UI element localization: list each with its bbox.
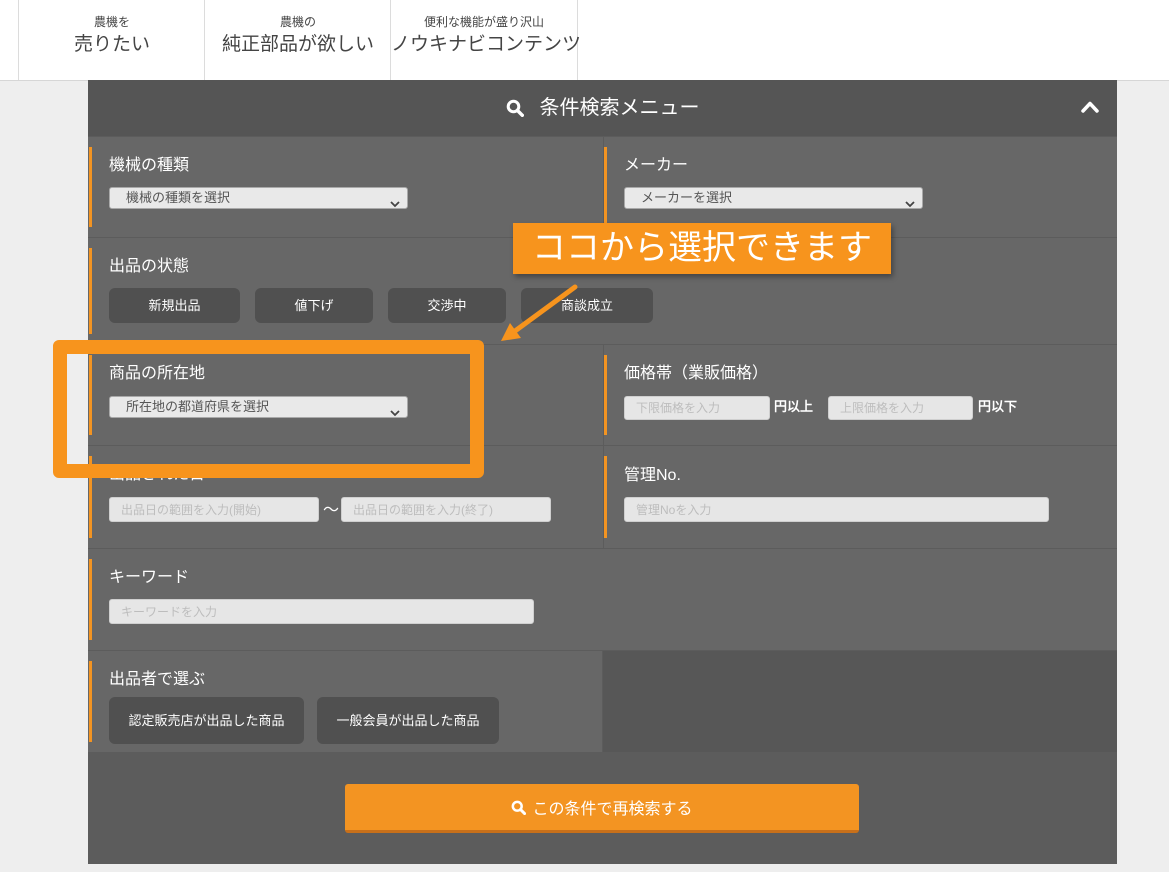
nav-tab-sub: 農機を (93, 15, 130, 29)
field-location: 商品の所在地 所在地の都道府県を選択 (88, 345, 603, 445)
location-select[interactable]: 所在地の都道府県を選択 (109, 396, 408, 418)
field-status: 出品の状態 新規出品 値下げ 交渉中 商談成立 (88, 238, 1117, 344)
select-value: 所在地の都道府県を選択 (126, 399, 270, 414)
accent-bar (89, 147, 92, 227)
accent-bar (89, 456, 92, 538)
field-label: メーカー (624, 157, 689, 174)
accent-bar (89, 661, 92, 742)
chevron-down-icon (905, 194, 915, 208)
field-label: 出品された日 (109, 466, 206, 483)
chevron-down-icon (390, 403, 400, 417)
field-label: 機械の種類 (109, 157, 190, 174)
field-label: キーワード (109, 569, 190, 586)
select-value: メーカーを選択 (641, 190, 733, 205)
accent-bar (604, 355, 607, 435)
panel-title: 条件検索メニュー (539, 97, 700, 119)
nav-tab-sub: 便利な機能が盛り沢山 (423, 15, 544, 29)
field-price: 価格帯（業販価格） 円以上 円以下 (604, 345, 1117, 445)
field-seller: 出品者で選ぶ 認定販売店が出品した商品 一般会員が出品した商品 (88, 651, 602, 752)
price-min-input[interactable] (624, 396, 770, 420)
field-label: 出品者で選ぶ (109, 671, 206, 688)
field-label: 商品の所在地 (109, 365, 206, 382)
field-maker: メーカー メーカーを選択 (604, 137, 1117, 237)
price-max-input[interactable] (828, 396, 973, 420)
search-submit-button[interactable]: この条件で再検索する (345, 784, 859, 833)
field-management-no: 管理No. (604, 446, 1117, 548)
date-end-input[interactable] (341, 497, 551, 522)
nav-tab-sell[interactable]: 農機を 売りたい (18, 0, 205, 80)
accent-bar (89, 355, 92, 435)
top-nav: 農機を 売りたい 農機の 純正部品が欲しい 便利な機能が盛り沢山 ノウキナビコン… (0, 0, 1169, 81)
field-label: 価格帯（業販価格） (624, 365, 769, 382)
seller-member-button[interactable]: 一般会員が出品した商品 (317, 697, 499, 744)
status-new-button[interactable]: 新規出品 (109, 288, 240, 323)
nav-tab-main: 純正部品が欲しい (221, 34, 374, 55)
field-keyword: キーワード (88, 549, 1117, 650)
status-price-down-button[interactable]: 値下げ (255, 288, 373, 323)
management-no-input[interactable] (624, 497, 1049, 522)
nav-tab-contents[interactable]: 便利な機能が盛り沢山 ノウキナビコンテンツ (390, 0, 582, 80)
search-icon (511, 800, 527, 815)
date-range-separator: ～ (323, 502, 340, 519)
chevron-up-icon[interactable] (1081, 100, 1099, 113)
keyword-input[interactable] (109, 599, 534, 624)
field-machine-type: 機械の種類 機械の種類を選択 (88, 137, 603, 237)
seller-dealer-button[interactable]: 認定販売店が出品した商品 (109, 697, 304, 744)
panel-header[interactable]: 条件検索メニュー (88, 80, 1117, 136)
nav-tab-sub: 農機の (279, 15, 316, 29)
accent-bar (604, 147, 607, 227)
date-start-input[interactable] (109, 497, 319, 522)
search-panel: 条件検索メニュー 機械の種類 機械の種類を選択 メーカー メーカーを選択 出品の… (88, 80, 1117, 864)
status-sold-button[interactable]: 商談成立 (521, 288, 653, 323)
chevron-down-icon (390, 194, 400, 208)
nav-tab-main: ノウキナビコンテンツ (391, 34, 582, 55)
status-negotiating-button[interactable]: 交渉中 (388, 288, 506, 323)
accent-bar (89, 559, 92, 640)
nav-tab-main: 売りたい (73, 34, 150, 55)
nav-tab-parts[interactable]: 農機の 純正部品が欲しい (204, 0, 391, 80)
submit-label: この条件で再検索する (532, 801, 693, 818)
maker-select[interactable]: メーカーを選択 (624, 187, 923, 209)
select-value: 機械の種類を選択 (126, 190, 231, 205)
empty-cell (603, 651, 1117, 752)
accent-bar (89, 248, 92, 334)
search-icon (506, 99, 524, 118)
price-min-suffix: 円以上 (774, 399, 814, 414)
field-label: 出品の状態 (109, 258, 190, 275)
price-max-suffix: 円以下 (978, 399, 1018, 414)
machine-type-select[interactable]: 機械の種類を選択 (109, 187, 408, 209)
field-date: 出品された日 ～ (88, 446, 603, 548)
accent-bar (604, 456, 607, 538)
field-label: 管理No. (624, 467, 681, 484)
